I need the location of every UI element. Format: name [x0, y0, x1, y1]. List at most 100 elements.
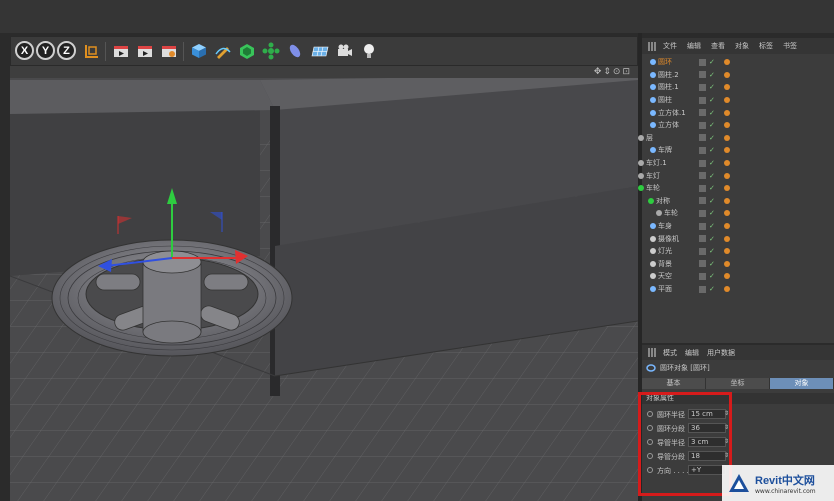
tag-icon[interactable] — [724, 223, 730, 230]
visibility-check-icon[interactable]: ✓ — [709, 247, 715, 255]
visibility-check-icon[interactable]: ✓ — [709, 260, 715, 268]
object-name[interactable]: 车轮 — [664, 208, 678, 218]
layer-swatch[interactable] — [699, 109, 706, 117]
visibility-check-icon[interactable]: ✓ — [709, 83, 715, 91]
menu-edit[interactable]: 编辑 — [687, 41, 701, 51]
tag-icon[interactable] — [724, 97, 730, 104]
object-name[interactable]: 车身 — [658, 221, 672, 231]
object-name[interactable]: 层 — [646, 133, 653, 143]
layer-swatch[interactable] — [699, 209, 706, 217]
render-view-icon[interactable] — [111, 41, 131, 61]
object-name[interactable]: 圆环 — [658, 57, 672, 67]
object-name[interactable]: 车灯 — [646, 171, 660, 181]
x-axis-lock-button[interactable]: X — [15, 41, 34, 60]
object-row[interactable]: 车牌 ✓ — [642, 144, 834, 157]
visibility-check-icon[interactable]: ✓ — [709, 146, 715, 154]
layer-swatch[interactable] — [699, 83, 706, 91]
visibility-check-icon[interactable]: ✓ — [709, 109, 715, 117]
layer-swatch[interactable] — [699, 260, 706, 268]
layer-swatch[interactable] — [699, 121, 706, 129]
object-row[interactable]: 平面 ✓ — [642, 283, 834, 296]
visibility-check-icon[interactable]: ✓ — [709, 209, 715, 217]
tag-icon[interactable] — [724, 210, 730, 217]
layer-swatch[interactable] — [699, 247, 706, 255]
menu-object[interactable]: 对象 — [735, 41, 749, 51]
visibility-check-icon[interactable]: ✓ — [709, 58, 715, 66]
tag-icon[interactable] — [724, 109, 730, 116]
visibility-check-icon[interactable]: ✓ — [709, 285, 715, 293]
object-row[interactable]: 对称 ✓ — [642, 195, 834, 208]
y-axis-lock-button[interactable]: Y — [36, 41, 55, 60]
render-settings-icon[interactable] — [159, 41, 179, 61]
object-row[interactable]: 灯光 ✓ — [642, 245, 834, 258]
object-row[interactable]: 车轮 ✓ — [642, 207, 834, 220]
visibility-check-icon[interactable]: ✓ — [709, 71, 715, 79]
menu-tags[interactable]: 标签 — [759, 41, 773, 51]
tag-icon[interactable] — [724, 84, 730, 91]
object-row[interactable]: 圆柱 ✓ — [642, 94, 834, 107]
object-name[interactable]: 摄像机 — [658, 234, 679, 244]
object-name[interactable]: 对称 — [656, 196, 670, 206]
object-row[interactable]: 车灯 ✓ — [638, 169, 834, 182]
layer-swatch[interactable] — [699, 285, 706, 293]
object-name[interactable]: 车牌 — [658, 145, 672, 155]
visibility-check-icon[interactable]: ✓ — [709, 96, 715, 104]
object-name[interactable]: 立方体.1 — [658, 108, 686, 118]
visibility-check-icon[interactable]: ✓ — [709, 134, 715, 142]
floor-icon[interactable] — [309, 41, 331, 61]
object-name[interactable]: 天空 — [658, 271, 672, 281]
object-name[interactable]: 圆柱.1 — [658, 82, 679, 92]
coordinate-system-icon[interactable] — [81, 41, 101, 61]
object-row[interactable]: 摄像机 ✓ — [642, 232, 834, 245]
grip-icon[interactable] — [648, 348, 657, 357]
visibility-check-icon[interactable]: ✓ — [709, 272, 715, 280]
camera-icon[interactable] — [335, 41, 355, 61]
layer-swatch[interactable] — [699, 184, 706, 192]
tag-icon[interactable] — [724, 134, 730, 141]
menu-edit[interactable]: 编辑 — [685, 348, 699, 358]
tag-icon[interactable] — [724, 147, 730, 154]
visibility-check-icon[interactable]: ✓ — [709, 121, 715, 129]
object-row[interactable]: 背景 ✓ — [642, 258, 834, 271]
tag-icon[interactable] — [724, 160, 730, 167]
tag-icon[interactable] — [724, 197, 730, 204]
tag-icon[interactable] — [724, 71, 730, 78]
layer-swatch[interactable] — [699, 58, 706, 66]
object-row[interactable]: 层 ✓ — [638, 132, 834, 145]
tab-coordinates[interactable]: 坐标 — [706, 378, 770, 389]
tag-icon[interactable] — [724, 59, 730, 66]
render-active-icon[interactable] — [135, 41, 155, 61]
object-row[interactable]: 圆环 ✓ — [642, 56, 834, 69]
subdivision-icon[interactable] — [237, 41, 257, 61]
cube-icon[interactable] — [189, 41, 209, 61]
menu-user-data[interactable]: 用户数据 — [707, 348, 735, 358]
tab-basic[interactable]: 基本 — [642, 378, 706, 389]
layer-swatch[interactable] — [699, 235, 706, 243]
object-name[interactable]: 背景 — [658, 259, 672, 269]
menu-mode[interactable]: 模式 — [663, 348, 677, 358]
object-name[interactable]: 灯光 — [658, 246, 672, 256]
object-name[interactable]: 圆柱.2 — [658, 70, 679, 80]
layer-swatch[interactable] — [699, 134, 706, 142]
menu-view[interactable]: 查看 — [711, 41, 725, 51]
viewport-nav-icons[interactable]: ✥⇕⊙⊡ — [594, 67, 632, 77]
layer-swatch[interactable] — [699, 172, 706, 180]
tag-icon[interactable] — [724, 235, 730, 242]
tag-icon[interactable] — [724, 172, 730, 179]
deformer-icon[interactable] — [285, 41, 305, 61]
tag-icon[interactable] — [724, 273, 730, 280]
tag-icon[interactable] — [724, 286, 730, 293]
visibility-check-icon[interactable]: ✓ — [709, 235, 715, 243]
visibility-check-icon[interactable]: ✓ — [709, 172, 715, 180]
layer-swatch[interactable] — [699, 197, 706, 205]
object-row[interactable]: 车灯.1 ✓ — [638, 157, 834, 170]
object-name[interactable]: 立方体 — [658, 120, 679, 130]
layer-swatch[interactable] — [699, 159, 706, 167]
object-row[interactable]: 立方体.1 ✓ — [642, 106, 834, 119]
layer-swatch[interactable] — [699, 272, 706, 280]
object-name[interactable]: 圆柱 — [658, 95, 672, 105]
tab-object[interactable]: 对象 — [770, 378, 834, 389]
object-row[interactable]: 车轮 ✓ — [638, 182, 834, 195]
tag-icon[interactable] — [724, 185, 730, 192]
object-name[interactable]: 车轮 — [646, 183, 660, 193]
